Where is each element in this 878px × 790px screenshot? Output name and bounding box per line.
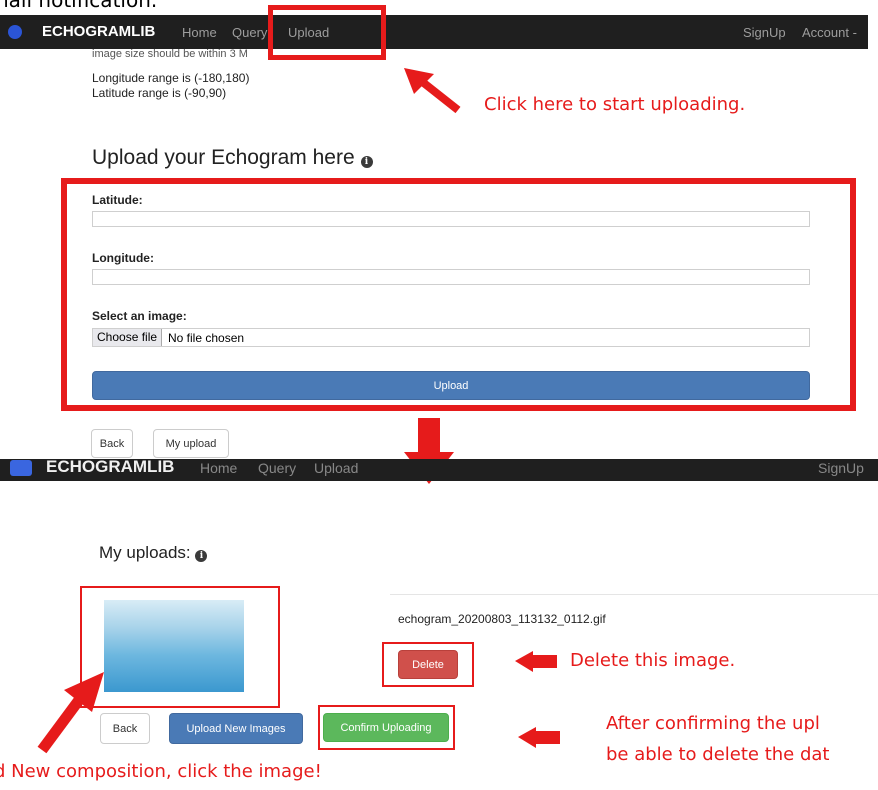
annotation-start-upload: Click here to start uploading. [484,94,746,115]
file-name: echogram_20200803_113132_0112.gif [398,612,606,626]
my-uploads-heading: My uploads: i [99,543,208,563]
nav-query[interactable]: Query [232,25,267,40]
longitude-label: Longitude: [92,251,154,265]
upload-button[interactable]: Upload [92,371,810,400]
arrow-to-thumbnail-icon [37,672,104,754]
info-icon: i [195,550,208,562]
annotation-delete: Delete this image. [570,650,736,671]
nav-query[interactable]: Query [258,460,296,476]
divider [390,594,878,595]
annotation-confirm-line2: be able to delete the dat [606,744,830,765]
arrow-to-delete-icon [515,651,557,672]
annotation-composition: d New composition, click the image! [0,761,322,782]
no-file-text: No file chosen [168,331,245,345]
nav-signup[interactable]: SignUp [818,460,864,476]
image-label: Select an image: [92,309,187,323]
choose-file-button[interactable]: Choose file [93,329,163,346]
brand-link[interactable]: ECHOGRAMLIB [46,457,174,477]
nav-account[interactable]: Account - [802,25,857,40]
back-button-top[interactable]: Back [91,429,133,458]
my-upload-button[interactable]: My upload [153,429,229,458]
logo-icon [10,460,32,476]
info-icon: i [360,156,373,168]
echogram-thumbnail[interactable] [104,600,244,692]
annotation-confirm-line1: After confirming the upl [606,713,820,734]
nav-signup[interactable]: SignUp [743,25,786,40]
latitude-input[interactable] [92,211,810,227]
nav-upload[interactable]: Upload [314,460,358,476]
nav-home[interactable]: Home [182,25,217,40]
info-size: image size should be within 3 M [92,48,248,60]
delete-button[interactable]: Delete [398,650,458,679]
navbar-top: ECHOGRAMLIB Home Query Upload SignUp Acc… [0,15,868,49]
navbar-bottom: ECHOGRAMLIB Home Query Upload SignUp [0,457,878,481]
latitude-label: Latitude: [92,193,143,207]
upload-heading-text: Upload your Echogram here [92,146,355,169]
info-longitude: Longitude range is (-180,180) [92,71,250,85]
my-uploads-heading-text: My uploads: [99,543,191,562]
arrow-to-confirm-icon [518,727,560,748]
highlight-upload-nav [268,5,386,60]
logo-icon [8,25,22,39]
longitude-input[interactable] [92,269,810,285]
brand-link[interactable]: ECHOGRAMLIB [42,23,155,40]
upload-new-images-button[interactable]: Upload New Images [169,713,303,744]
confirm-uploading-button[interactable]: Confirm Uploading [323,713,449,742]
caption-top: nail notification. [0,0,158,12]
nav-home[interactable]: Home [200,460,237,476]
file-input[interactable]: Choose file No file chosen [92,328,810,347]
arrow-to-upload-icon [404,68,461,114]
info-latitude: Latitude range is (-90,90) [92,86,227,100]
upload-heading: Upload your Echogram here i [92,146,373,170]
